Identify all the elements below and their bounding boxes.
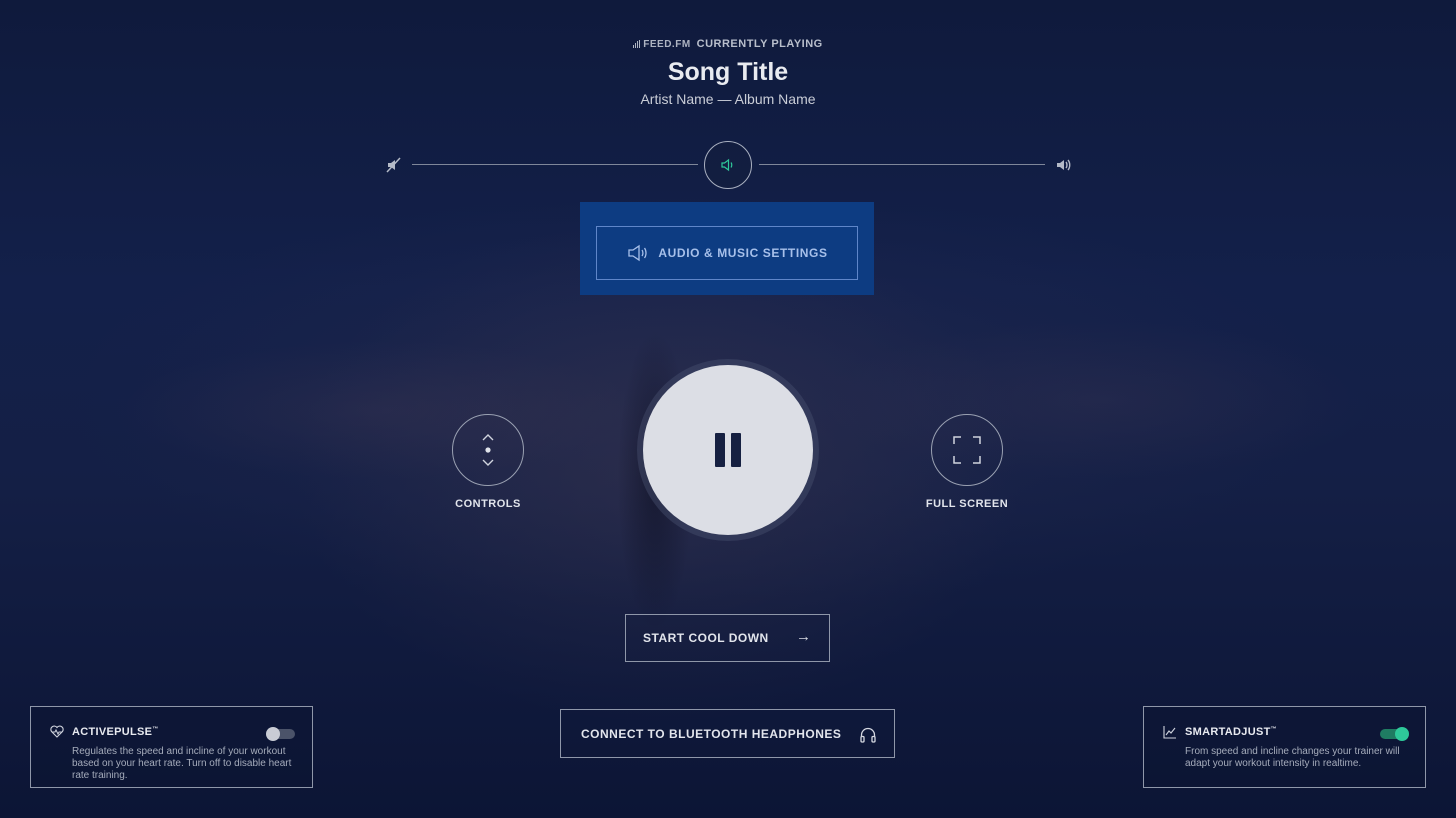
song-title: Song Title — [667, 58, 789, 86]
volume-slider[interactable] — [385, 140, 1073, 190]
headphones-icon — [860, 727, 876, 743]
controls-button[interactable] — [452, 414, 524, 486]
connect-bluetooth-button[interactable]: CONNECT TO BLUETOOTH HEADPHONES — [560, 709, 895, 758]
activepulse-toggle[interactable] — [266, 727, 295, 741]
activepulse-header: ACTIVEPULSE™ — [50, 725, 159, 738]
pause-icon — [715, 433, 725, 467]
fullscreen-icon — [953, 436, 981, 464]
heart-rate-icon — [50, 725, 64, 738]
feedfm-logo: FEED.FM — [633, 39, 690, 50]
audio-settings-panel: AUDIO & MUSIC SETTINGS — [580, 202, 874, 295]
controls-label: CONTROLS — [455, 498, 521, 510]
equalizer-icon — [633, 40, 641, 48]
artist-album: Artist Name — Album Name — [640, 91, 816, 107]
pause-icon — [731, 433, 741, 467]
smartadjust-description: From speed and incline changes your trai… — [1185, 746, 1400, 769]
background-cloud — [820, 320, 1380, 480]
start-cool-down-button[interactable]: START COOL DOWN → — [625, 614, 830, 662]
background-cloud — [120, 340, 640, 480]
activepulse-card: ACTIVEPULSE™ Regulates the speed and inc… — [30, 706, 313, 788]
brand-name: FEED.FM — [643, 38, 691, 50]
activepulse-title: ACTIVEPULSE™ — [72, 725, 159, 738]
fullscreen-button[interactable] — [931, 414, 1003, 486]
toggle-knob — [266, 727, 280, 741]
volume-track-empty — [759, 164, 1045, 165]
audio-music-settings-button[interactable]: AUDIO & MUSIC SETTINGS — [596, 226, 858, 280]
start-cool-down-label: START COOL DOWN — [643, 631, 769, 645]
smartadjust-toggle[interactable] — [1380, 727, 1409, 741]
arrow-right-icon: → — [796, 628, 811, 645]
chart-trend-icon — [1163, 726, 1176, 739]
currently-playing-label: CURRENTLY PLAYING — [696, 38, 823, 50]
mute-icon[interactable] — [385, 156, 403, 174]
volume-handle[interactable] — [704, 141, 752, 189]
volume-max-icon[interactable] — [1055, 156, 1073, 174]
connect-bluetooth-label: CONNECT TO BLUETOOTH HEADPHONES — [581, 726, 842, 741]
audio-settings-label: AUDIO & MUSIC SETTINGS — [658, 246, 828, 260]
now-playing-header: FEED.FM CURRENTLY PLAYING — [0, 38, 1456, 50]
fullscreen-label: FULL SCREEN — [925, 498, 1009, 510]
smartadjust-header: SMARTADJUST™ — [1163, 725, 1277, 739]
volume-track-filled — [412, 164, 698, 165]
smartadjust-card: SMARTADJUST™ From speed and incline chan… — [1143, 706, 1426, 788]
speaker-icon — [628, 244, 648, 262]
pause-button[interactable] — [643, 365, 813, 535]
smartadjust-title: SMARTADJUST™ — [1185, 726, 1277, 738]
toggle-knob — [1395, 727, 1409, 741]
now-playing-panel: FEED.FM CURRENTLY PLAYING Song Title Art… — [0, 38, 1456, 107]
controls-icon — [482, 434, 494, 466]
speaker-icon — [721, 158, 733, 172]
activepulse-description: Regulates the speed and incline of your … — [72, 746, 292, 781]
